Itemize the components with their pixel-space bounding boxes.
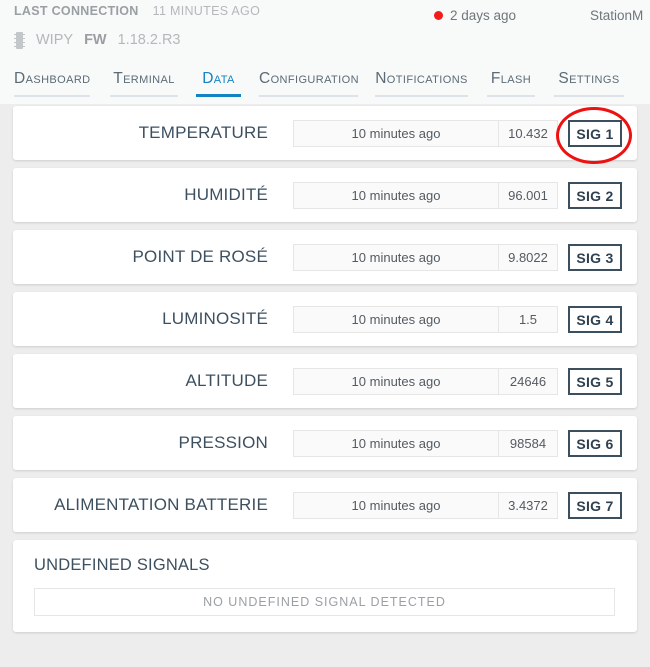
- signal-badge[interactable]: SIG 1: [568, 120, 622, 147]
- firmware-label: FW: [84, 32, 107, 48]
- signal-label: ALIMENTATION BATTERIE: [54, 495, 268, 514]
- signal-row[interactable]: POINT DE ROSÉ 10 minutes ago 9.8022 SIG …: [13, 230, 637, 284]
- station-name: StationM: [590, 8, 644, 23]
- signal-value: 3.4372: [498, 493, 557, 518]
- tab-bar: Dashboard Terminal Data Configuration No…: [0, 60, 650, 104]
- signal-value: 9.8022: [498, 245, 557, 270]
- tab-settings[interactable]: Settings: [554, 70, 624, 97]
- tab-underline: [554, 95, 624, 97]
- signal-label: TEMPERATURE: [138, 123, 268, 142]
- signal-timestamp: 10 minutes ago: [351, 436, 441, 451]
- signal-value: 24646: [498, 369, 557, 394]
- signal-readout: 10 minutes ago 98584: [293, 430, 558, 457]
- signal-badge[interactable]: SIG 3: [568, 244, 622, 271]
- tab-underline: [110, 95, 178, 97]
- tab-underline-active: [196, 94, 241, 97]
- signal-label: PRESSION: [178, 433, 268, 452]
- signal-timestamp: 10 minutes ago: [351, 498, 441, 513]
- signal-timestamp: 10 minutes ago: [351, 188, 441, 203]
- undefined-signals-card: UNDEFINED SIGNALS NO UNDEFINED SIGNAL DE…: [13, 540, 637, 632]
- signal-value: 10.432: [498, 121, 557, 146]
- signal-timestamp: 10 minutes ago: [351, 374, 441, 389]
- undefined-signals-title: UNDEFINED SIGNALS: [34, 556, 210, 574]
- signal-badge[interactable]: SIG 5: [568, 368, 622, 395]
- tab-underline: [259, 95, 358, 97]
- firmware-row: WIPY FW 1.18.2.R3: [14, 28, 260, 52]
- tab-configuration[interactable]: Configuration: [259, 70, 359, 97]
- signal-row[interactable]: PRESSION 10 minutes ago 98584 SIG 6: [13, 416, 637, 470]
- tab-underline: [375, 95, 468, 97]
- tab-flash[interactable]: Flash: [487, 70, 535, 97]
- tab-notifications[interactable]: Notifications: [375, 70, 468, 97]
- signal-readout: 10 minutes ago 3.4372: [293, 492, 558, 519]
- signal-badge[interactable]: SIG 4: [568, 306, 622, 333]
- last-connection-label: LAST CONNECTION: [14, 4, 139, 18]
- tab-settings-label: Settings: [558, 70, 620, 87]
- device-info: LAST CONNECTION 11 MINUTES AGO WIPY FW 1…: [14, 4, 260, 52]
- signal-row[interactable]: ALIMENTATION BATTERIE 10 minutes ago 3.4…: [13, 478, 637, 532]
- signal-badge[interactable]: SIG 6: [568, 430, 622, 457]
- signal-readout: 10 minutes ago 1.5: [293, 306, 558, 333]
- tab-data[interactable]: Data: [196, 70, 241, 97]
- tab-notifications-label: Notifications: [375, 70, 468, 87]
- status-dot-icon: [434, 11, 443, 20]
- signal-row[interactable]: HUMIDITÉ 10 minutes ago 96.001 SIG 2: [13, 168, 637, 222]
- undefined-signals-empty-state: NO UNDEFINED SIGNAL DETECTED: [34, 588, 615, 616]
- signal-timestamp: 10 minutes ago: [351, 250, 441, 265]
- status-text: 2 days ago: [450, 8, 517, 23]
- signal-badge[interactable]: SIG 2: [568, 182, 622, 209]
- signal-readout: 10 minutes ago 24646: [293, 368, 558, 395]
- tab-underline: [14, 95, 90, 97]
- firmware-version: 1.18.2.R3: [117, 32, 181, 48]
- tab-dashboard-label: Dashboard: [14, 70, 91, 87]
- chip-icon: [14, 31, 25, 49]
- signal-value: 1.5: [498, 307, 557, 332]
- tab-flash-label: Flash: [490, 70, 532, 87]
- signal-readout: 10 minutes ago 9.8022: [293, 244, 558, 271]
- last-connection-value: 11 MINUTES AGO: [152, 4, 261, 18]
- signal-list: TEMPERATURE 10 minutes ago 10.432 SIG 1 …: [0, 106, 650, 632]
- device-data-page: LAST CONNECTION 11 MINUTES AGO WIPY FW 1…: [0, 0, 650, 667]
- signal-badge[interactable]: SIG 7: [568, 492, 622, 519]
- signal-row[interactable]: TEMPERATURE 10 minutes ago 10.432 SIG 1: [13, 106, 637, 160]
- signal-timestamp: 10 minutes ago: [351, 126, 441, 141]
- device-name: WIPY: [36, 32, 74, 48]
- tab-dashboard[interactable]: Dashboard: [14, 70, 91, 97]
- signal-label: ALTITUDE: [185, 371, 268, 390]
- tab-terminal[interactable]: Terminal: [110, 70, 178, 97]
- tab-terminal-label: Terminal: [113, 70, 175, 87]
- signal-value: 96.001: [498, 183, 557, 208]
- signal-row[interactable]: ALTITUDE 10 minutes ago 24646 SIG 5: [13, 354, 637, 408]
- signal-label: HUMIDITÉ: [184, 185, 268, 204]
- tab-data-label: Data: [202, 70, 235, 87]
- signal-value: 98584: [498, 431, 557, 456]
- tab-underline: [487, 95, 535, 97]
- signal-readout: 10 minutes ago 10.432: [293, 120, 558, 147]
- signal-readout: 10 minutes ago 96.001: [293, 182, 558, 209]
- last-connection-row: LAST CONNECTION 11 MINUTES AGO: [14, 4, 260, 26]
- signal-label: POINT DE ROSÉ: [132, 247, 268, 266]
- signal-timestamp: 10 minutes ago: [351, 312, 441, 327]
- signal-label: LUMINOSITÉ: [162, 309, 268, 328]
- page-header: LAST CONNECTION 11 MINUTES AGO WIPY FW 1…: [0, 0, 650, 60]
- tab-configuration-label: Configuration: [259, 70, 359, 87]
- signal-row[interactable]: LUMINOSITÉ 10 minutes ago 1.5 SIG 4: [13, 292, 637, 346]
- connection-status: 2 days ago: [434, 8, 516, 23]
